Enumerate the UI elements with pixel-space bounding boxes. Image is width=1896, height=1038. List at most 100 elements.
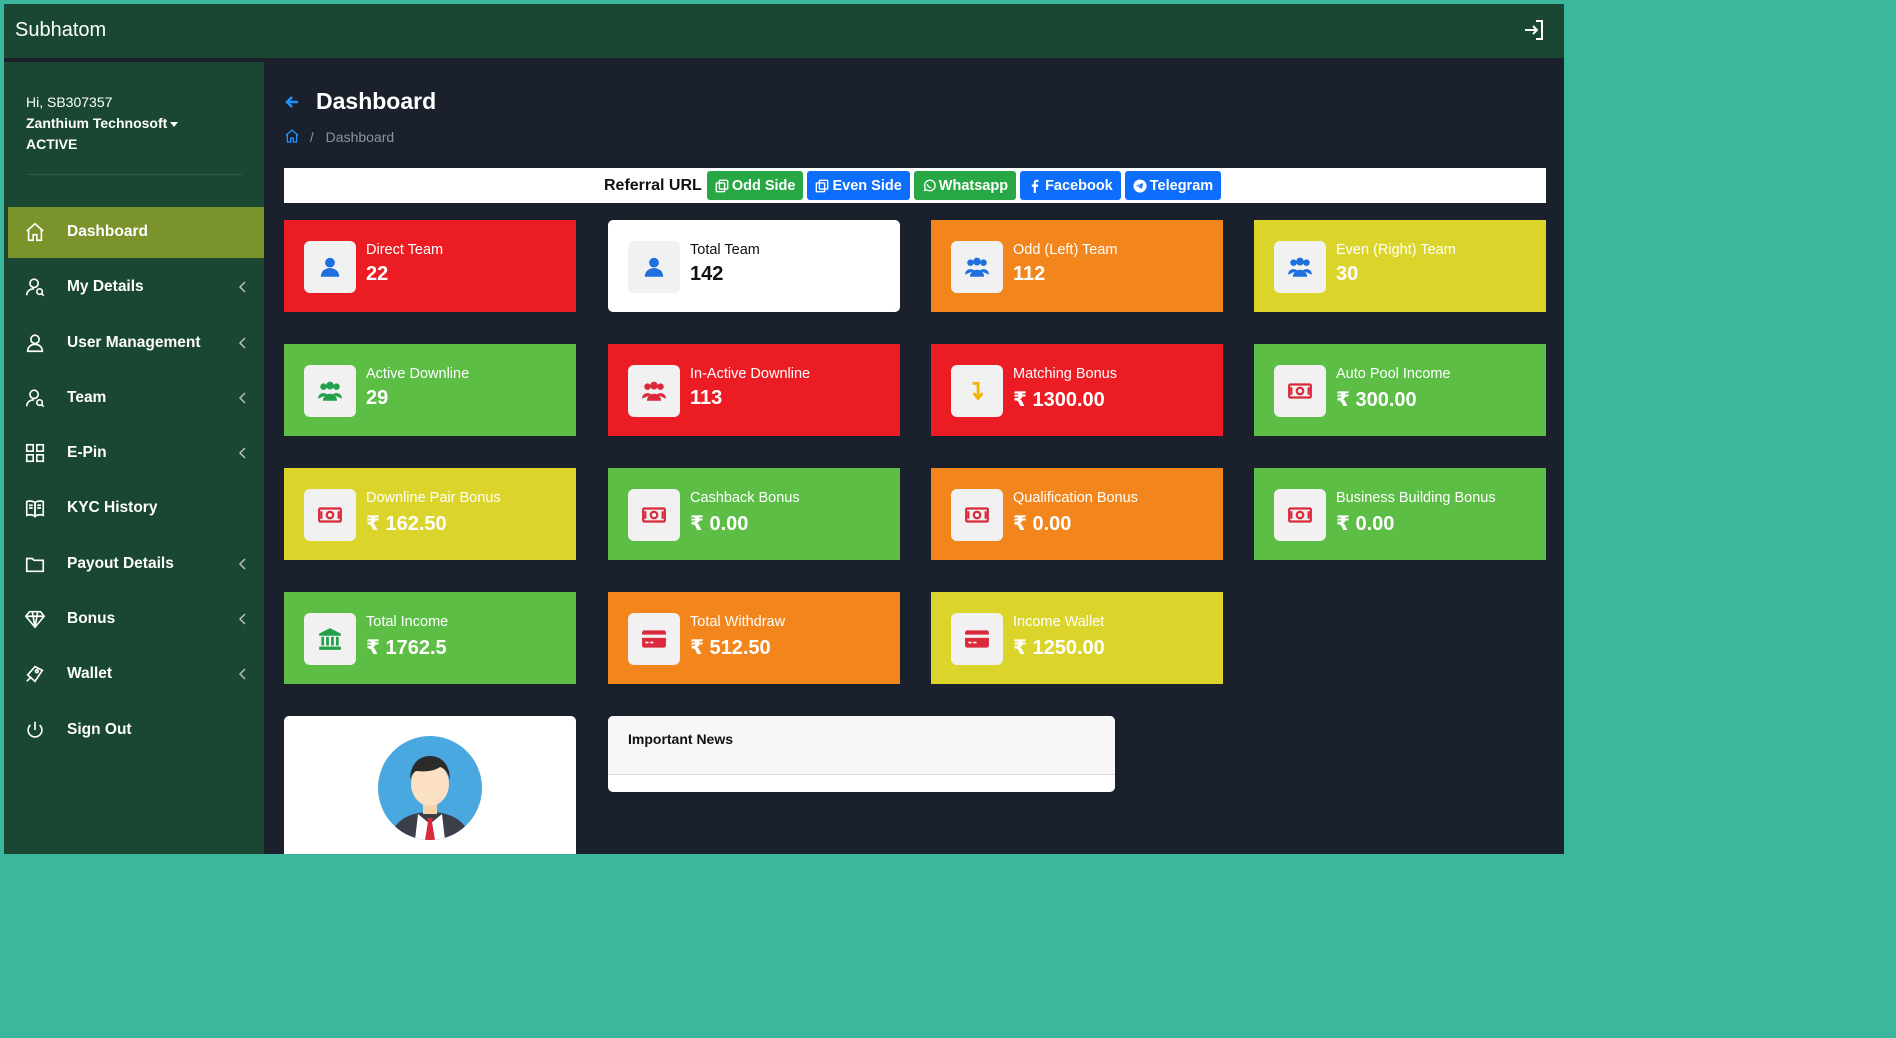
stat-card-even-team[interactable]: Even (Right) Team 30 [1254, 220, 1546, 312]
copy-icon [715, 179, 729, 192]
sidebar-item-team[interactable]: Team [8, 373, 264, 424]
sidebar-item-payout-details[interactable]: Payout Details [8, 539, 264, 590]
diamond-icon [24, 610, 46, 629]
telegram-button[interactable]: Telegram [1124, 171, 1222, 200]
users-icon [1288, 257, 1312, 277]
news-card: Important News [608, 716, 1115, 792]
card-value: 142 [690, 263, 724, 285]
chevron-left-icon [238, 337, 246, 349]
card-icon-box [628, 613, 680, 665]
users-icon [965, 257, 989, 277]
sidebar-item-kyc-history[interactable]: KYC History [8, 483, 264, 534]
card-label: Even (Right) Team [1336, 242, 1456, 258]
sidebar-item-label: Team [67, 388, 107, 406]
stat-card-direct-team[interactable]: Direct Team 22 [284, 220, 576, 312]
sidebar-item-bonus[interactable]: Bonus [8, 594, 264, 645]
stat-card-qualification-bonus[interactable]: Qualification Bonus ₹ 0.00 [931, 468, 1223, 560]
sidebar-item-sign-out[interactable]: Sign Out [8, 705, 264, 756]
sidebar-item-label: Dashboard [67, 223, 148, 240]
brand-name[interactable]: Subhatom [15, 19, 106, 42]
sidebar-item-label: My Details [67, 278, 144, 296]
sidebar: Hi, SB307357 Zanthium Technosoft ACTIVE … [4, 62, 264, 854]
card-label: Qualification Bonus [1013, 490, 1138, 506]
card-label: Downline Pair Bonus [366, 490, 501, 506]
card-value: 30 [1336, 263, 1359, 285]
company-dropdown[interactable]: Zanthium Technosoft [26, 113, 179, 134]
card-value: ₹ 1250.00 [1013, 637, 1105, 659]
stat-card-cashback-bonus[interactable]: Cashback Bonus ₹ 0.00 [608, 468, 900, 560]
stat-card-active-downline[interactable]: Active Downline 29 [284, 344, 576, 436]
even-side-button[interactable]: Even Side [807, 171, 910, 200]
sidebar-item-wallet[interactable]: Wallet [8, 649, 264, 700]
stat-card-inactive-downline[interactable]: In-Active Downline 113 [608, 344, 900, 436]
card-icon-box [1274, 489, 1326, 541]
card-value: ₹ 162.50 [366, 513, 447, 535]
sidebar-item-user-management[interactable]: User Management [8, 318, 264, 369]
profile-card [284, 716, 576, 854]
account-status: ACTIVE [26, 136, 78, 152]
sidebar-item-e-pin[interactable]: E-Pin [8, 428, 264, 479]
card-label: In-Active Downline [690, 366, 811, 382]
whatsapp-icon [923, 179, 936, 191]
card-icon-box [951, 613, 1003, 665]
page-title: Dashboard [316, 88, 437, 114]
facebook-button[interactable]: Facebook [1020, 171, 1121, 200]
logout-icon[interactable] [1522, 18, 1546, 42]
grid-icon [25, 444, 45, 463]
stat-card-auto-pool-income[interactable]: Auto Pool Income ₹ 300.00 [1254, 344, 1546, 436]
card-label: Income Wallet [1013, 614, 1105, 630]
odd-side-label: Odd Side [731, 177, 796, 194]
user-info: Hi, SB307357 Zanthium Technosoft ACTIVE [26, 92, 179, 155]
card-label: Total Income [366, 614, 449, 630]
stat-card-total-withdraw[interactable]: Total Withdraw ₹ 512.50 [608, 592, 900, 684]
power-icon [27, 721, 43, 738]
card-icon-box [304, 365, 356, 417]
user-icon [320, 257, 340, 277]
sidebar-item-dashboard[interactable]: Dashboard [8, 207, 264, 258]
stat-card-downline-pair-bonus[interactable]: Downline Pair Bonus ₹ 162.50 [284, 468, 576, 560]
arrow-left-icon[interactable] [284, 94, 300, 110]
card-icon-box [951, 489, 1003, 541]
stat-card-odd-team[interactable]: Odd (Left) Team 112 [931, 220, 1223, 312]
users-icon [318, 381, 342, 401]
odd-side-button[interactable]: Odd Side [706, 171, 804, 200]
card-icon-box [304, 613, 356, 665]
card-value: ₹ 1300.00 [1013, 389, 1105, 411]
chevron-left-icon [238, 447, 246, 459]
sidebar-item-my-details[interactable]: My Details [8, 262, 264, 313]
stat-card-matching-bonus[interactable]: Matching Bonus ₹ 1300.00 [931, 344, 1223, 436]
card-label: Total Team [690, 242, 760, 258]
card-label: Odd (Left) Team [1013, 242, 1118, 258]
breadcrumb: / Dashboard [284, 128, 394, 145]
chevron-left-icon [238, 392, 246, 404]
card-value: 22 [366, 263, 389, 285]
company-name[interactable]: Zanthium Technosoft [26, 115, 167, 131]
card-icon-box [951, 365, 1003, 417]
money-icon [1288, 383, 1312, 399]
user-icon [644, 257, 664, 277]
home-icon [26, 222, 44, 242]
caret-down-icon[interactable] [170, 121, 179, 127]
money-icon [1288, 507, 1312, 523]
chevron-left-icon [238, 668, 246, 680]
whatsapp-button[interactable]: Whatsapp [913, 171, 1017, 200]
home-icon[interactable] [284, 128, 300, 144]
copy-icon [816, 179, 829, 192]
card-label: Auto Pool Income [1336, 366, 1451, 382]
top-navbar: Subhatom [4, 4, 1564, 58]
card-icon-box [304, 489, 356, 541]
stat-card-business-building-bonus[interactable]: Business Building Bonus ₹ 0.00 [1254, 468, 1546, 560]
card-icon-box [1274, 365, 1326, 417]
referral-label: Referral URL [604, 176, 702, 194]
referral-bar: Referral URL Odd Side Even Side Whatsapp… [284, 168, 1546, 203]
stat-card-income-wallet[interactable]: Income Wallet ₹ 1250.00 [931, 592, 1223, 684]
stat-card-total-income[interactable]: Total Income ₹ 1762.5 [284, 592, 576, 684]
card-value: ₹ 300.00 [1336, 389, 1417, 411]
card-icon-box [628, 365, 680, 417]
stat-card-total-team[interactable]: Total Team 142 [608, 220, 900, 312]
sidebar-item-label: Sign Out [67, 720, 132, 738]
sidebar-divider [26, 174, 242, 175]
chevron-left-icon [238, 558, 246, 570]
user-details-icon [25, 278, 45, 297]
card-label: Direct Team [366, 242, 444, 258]
